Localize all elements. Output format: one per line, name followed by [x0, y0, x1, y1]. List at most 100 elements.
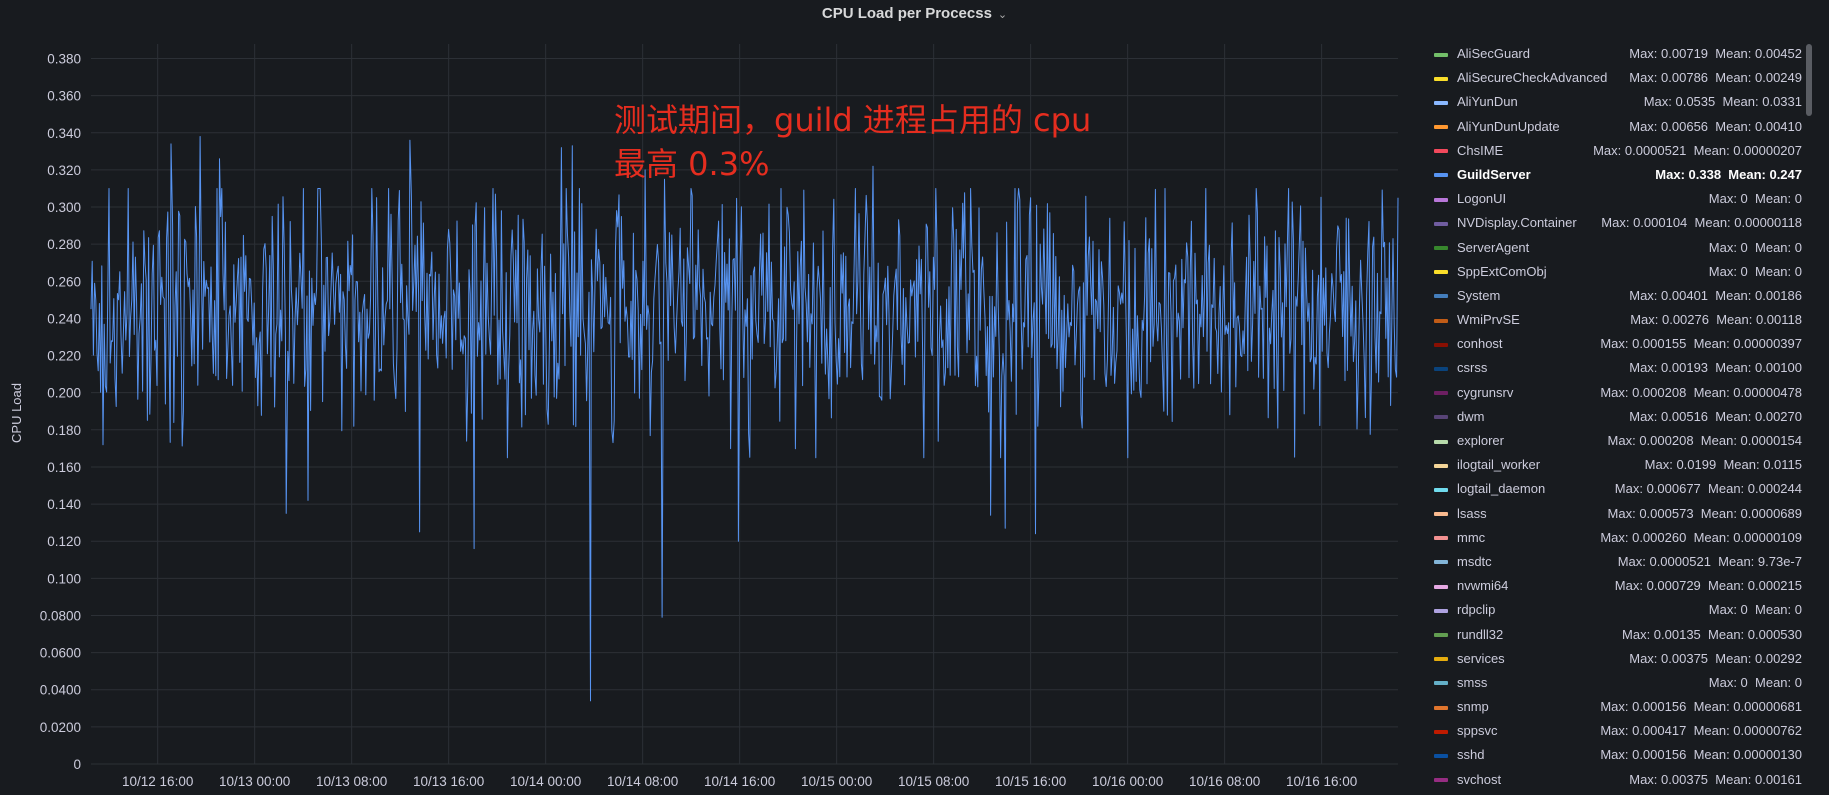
- legend-color-swatch[interactable]: [1434, 100, 1448, 105]
- legend-item-nvdisplay-container[interactable]: NVDisplay.Container Max: 0.000104 Mean: 0…: [1432, 211, 1802, 235]
- legend-item-ilogtail-worker[interactable]: ilogtail_worker Max: 0.0199 Mean: 0.0115: [1432, 453, 1802, 477]
- legend-item-lsass[interactable]: lsass Max: 0.000573 Mean: 0.0000689: [1432, 502, 1802, 526]
- legend-color-swatch[interactable]: [1434, 729, 1448, 734]
- legend-color-swatch[interactable]: [1434, 125, 1448, 130]
- legend-color-swatch[interactable]: [1434, 560, 1448, 565]
- legend-color-swatch[interactable]: [1434, 681, 1448, 686]
- legend-series-name[interactable]: AliSecGuard: [1457, 42, 1530, 66]
- legend-mean: Mean: 0.00270: [1715, 408, 1802, 424]
- legend-series-name[interactable]: explorer: [1457, 429, 1504, 453]
- legend-series-name[interactable]: AliSecureCheckAdvanced: [1457, 66, 1607, 90]
- legend-item-aliyundunupdate[interactable]: AliYunDunUpdate Max: 0.00656 Mean: 0.0041…: [1432, 115, 1802, 139]
- legend-stats: Max: 0.00656 Mean: 0.00410: [1629, 115, 1802, 139]
- legend-item-mmc[interactable]: mmc Max: 0.000260 Mean: 0.00000109: [1432, 526, 1802, 550]
- legend-color-swatch[interactable]: [1434, 633, 1448, 637]
- legend-color-swatch[interactable]: [1434, 487, 1448, 492]
- legend-color-swatch[interactable]: [1434, 439, 1448, 444]
- legend-item-nvwmi64[interactable]: nvwmi64 Max: 0.000729 Mean: 0.000215: [1432, 574, 1802, 598]
- legend-series-name[interactable]: snmp: [1457, 695, 1489, 719]
- legend-color-swatch[interactable]: [1434, 415, 1448, 420]
- legend-series-name[interactable]: msdtc: [1457, 550, 1492, 574]
- legend-series-name[interactable]: dwm: [1457, 405, 1484, 429]
- legend-item-conhost[interactable]: conhost Max: 0.000155 Mean: 0.00000397: [1432, 332, 1802, 356]
- legend-color-swatch[interactable]: [1434, 778, 1448, 783]
- legend-color-swatch[interactable]: [1434, 512, 1448, 517]
- legend-series-name[interactable]: System: [1457, 284, 1500, 308]
- legend-series-name[interactable]: cygrunsrv: [1457, 381, 1513, 405]
- legend-series-name[interactable]: lsass: [1457, 502, 1487, 526]
- legend-series-name[interactable]: services: [1457, 647, 1505, 671]
- legend-item-aliyundun[interactable]: AliYunDun Max: 0.0535 Mean: 0.0331: [1432, 90, 1802, 114]
- legend-item-smss[interactable]: smss Max: 0 Mean: 0: [1432, 671, 1802, 695]
- legend-color-swatch[interactable]: [1434, 366, 1448, 371]
- legend-color-swatch[interactable]: [1434, 52, 1448, 57]
- legend-color-swatch[interactable]: [1434, 197, 1448, 202]
- legend-series-name[interactable]: WmiPrvSE: [1457, 308, 1520, 332]
- legend-color-swatch[interactable]: [1434, 294, 1448, 299]
- legend-color-swatch[interactable]: [1434, 318, 1448, 323]
- legend-series-name[interactable]: mmc: [1457, 526, 1485, 550]
- legend-item-sshd[interactable]: sshd Max: 0.000156 Mean: 0.00000130: [1432, 743, 1802, 767]
- legend-series-name[interactable]: rdpclip: [1457, 598, 1495, 622]
- legend-max: Max: 0.000104: [1601, 215, 1688, 231]
- legend-series-name[interactable]: logtail_daemon: [1457, 477, 1545, 501]
- legend-item-guildserver[interactable]: GuildServer Max: 0.338 Mean: 0.247: [1432, 163, 1802, 187]
- x-tick-label: 10/13 08:00: [316, 774, 387, 789]
- legend-color-swatch[interactable]: [1434, 342, 1448, 347]
- y-tick-label: 0.200: [47, 386, 81, 401]
- legend-color-swatch[interactable]: [1434, 705, 1448, 710]
- legend-item-csrss[interactable]: csrss Max: 0.00193 Mean: 0.00100: [1432, 356, 1802, 380]
- legend-series-name[interactable]: GuildServer: [1457, 163, 1531, 187]
- legend-item-alisecurecheckadvanced[interactable]: AliSecureCheckAdvanced Max: 0.00786 Mean:…: [1432, 66, 1802, 90]
- legend-color-swatch[interactable]: [1434, 173, 1448, 178]
- legend-series-name[interactable]: smss: [1457, 671, 1487, 695]
- legend-series-name[interactable]: NVDisplay.Container: [1457, 211, 1577, 235]
- legend-item-svchost[interactable]: svchost Max: 0.00375 Mean: 0.00161: [1432, 768, 1802, 792]
- legend-item-logonui[interactable]: LogonUI Max: 0 Mean: 0: [1432, 187, 1802, 211]
- legend-item-sppsvc[interactable]: sppsvc Max: 0.000417 Mean: 0.00000762: [1432, 719, 1802, 743]
- legend-series-name[interactable]: ChsIME: [1457, 139, 1503, 163]
- legend-item-rundll32[interactable]: rundll32 Max: 0.00135 Mean: 0.000530: [1432, 623, 1802, 647]
- legend-color-swatch[interactable]: [1434, 753, 1448, 758]
- legend-item-alisecguard[interactable]: AliSecGuard Max: 0.00719 Mean: 0.00452: [1432, 42, 1802, 66]
- legend-color-swatch[interactable]: [1434, 246, 1448, 250]
- legend-series-name[interactable]: sppsvc: [1457, 719, 1497, 743]
- legend-item-rdpclip[interactable]: rdpclip Max: 0 Mean: 0: [1432, 598, 1802, 622]
- legend-color-swatch[interactable]: [1434, 270, 1448, 275]
- legend-series-name[interactable]: SppExtComObj: [1457, 260, 1547, 284]
- legend-series-name[interactable]: ServerAgent: [1457, 236, 1529, 260]
- legend-color-swatch[interactable]: [1434, 463, 1448, 468]
- legend-series-name[interactable]: AliYunDunUpdate: [1457, 115, 1560, 139]
- legend-item-wmiprvse[interactable]: WmiPrvSE Max: 0.00276 Mean: 0.00118: [1432, 308, 1802, 332]
- legend-item-dwm[interactable]: dwm Max: 0.00516 Mean: 0.00270: [1432, 405, 1802, 429]
- legend-item-logtail-daemon[interactable]: logtail_daemon Max: 0.000677 Mean: 0.0002…: [1432, 477, 1802, 501]
- legend-series-name[interactable]: LogonUI: [1457, 187, 1506, 211]
- legend-series-name[interactable]: csrss: [1457, 356, 1487, 380]
- legend-color-swatch[interactable]: [1434, 657, 1448, 662]
- series-line-guildserver[interactable]: [90, 136, 1399, 702]
- legend-color-swatch[interactable]: [1434, 76, 1448, 81]
- legend-item-chsime[interactable]: ChsIME Max: 0.0000521 Mean: 0.00000207: [1432, 139, 1802, 163]
- legend-series-name[interactable]: ilogtail_worker: [1457, 453, 1540, 477]
- legend-color-swatch[interactable]: [1434, 391, 1448, 396]
- legend-color-swatch[interactable]: [1434, 221, 1448, 226]
- legend-scrollbar[interactable]: [1806, 44, 1812, 116]
- legend-item-explorer[interactable]: explorer Max: 0.000208 Mean: 0.0000154: [1432, 429, 1802, 453]
- legend-color-swatch[interactable]: [1434, 536, 1448, 541]
- legend-item-services[interactable]: services Max: 0.00375 Mean: 0.00292: [1432, 647, 1802, 671]
- legend-series-name[interactable]: sshd: [1457, 743, 1484, 767]
- legend-color-swatch[interactable]: [1434, 584, 1448, 589]
- legend-series-name[interactable]: AliYunDun: [1457, 90, 1518, 114]
- legend-series-name[interactable]: conhost: [1457, 332, 1503, 356]
- legend-series-name[interactable]: rundll32: [1457, 623, 1503, 647]
- legend-color-swatch[interactable]: [1434, 608, 1448, 613]
- legend-item-msdtc[interactable]: msdtc Max: 0.0000521 Mean: 9.73e-7: [1432, 550, 1802, 574]
- legend-item-cygrunsrv[interactable]: cygrunsrv Max: 0.000208 Mean: 0.00000478: [1432, 381, 1802, 405]
- legend-color-swatch[interactable]: [1434, 149, 1448, 154]
- legend-item-sppextcomobj[interactable]: SppExtComObj Max: 0 Mean: 0: [1432, 260, 1802, 284]
- legend-series-name[interactable]: svchost: [1457, 768, 1501, 792]
- legend-series-name[interactable]: nvwmi64: [1457, 574, 1508, 598]
- legend-item-system[interactable]: System Max: 0.00401 Mean: 0.00186: [1432, 284, 1802, 308]
- legend-item-snmp[interactable]: snmp Max: 0.000156 Mean: 0.00000681: [1432, 695, 1802, 719]
- legend-item-serveragent[interactable]: ServerAgent Max: 0 Mean: 0: [1432, 236, 1802, 260]
